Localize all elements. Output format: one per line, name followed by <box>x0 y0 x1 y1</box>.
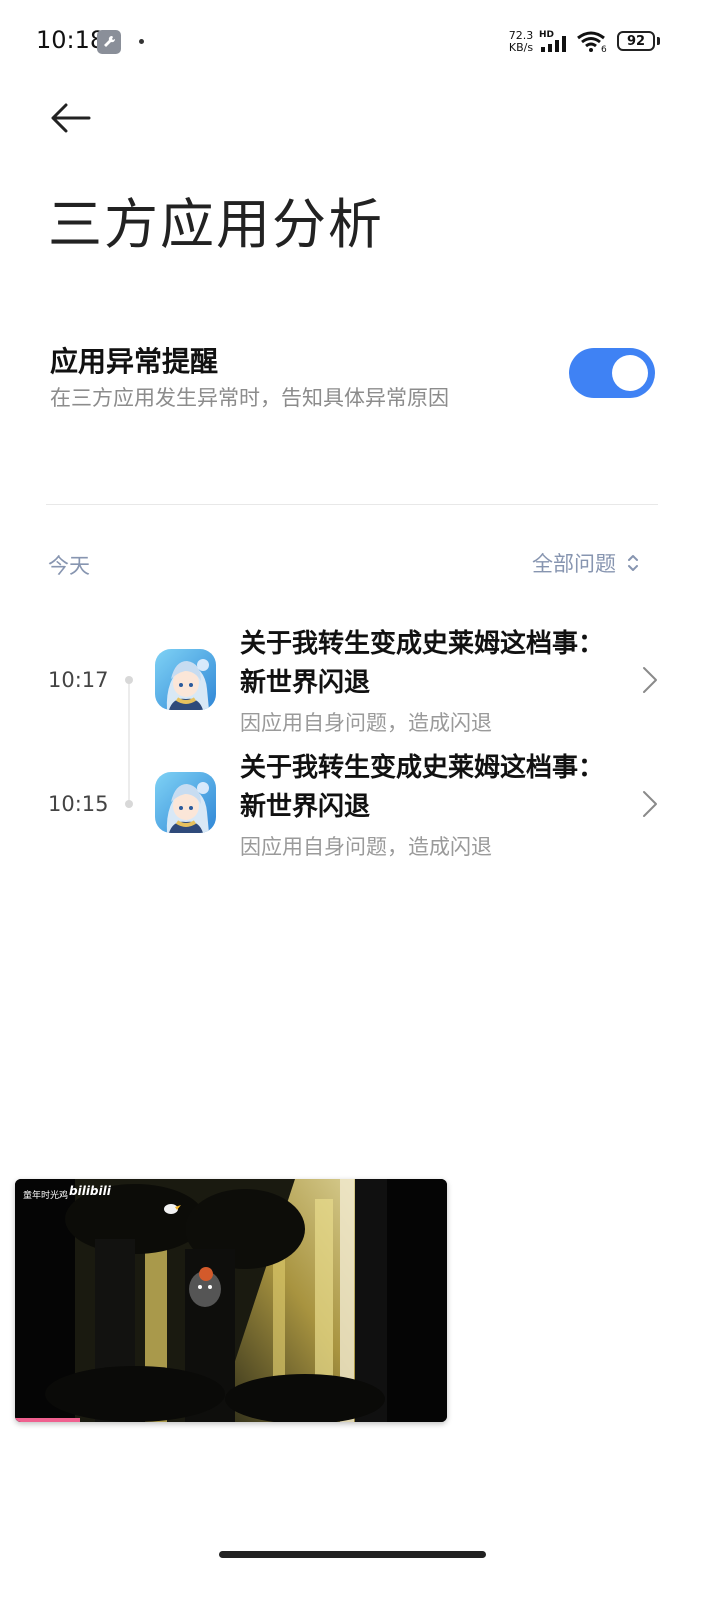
crash-event-item[interactable]: 10:17 关于我转生变成史莱姆这档事：新世界闪退 因应用自身问题，造成闪退 <box>0 620 720 740</box>
notification-dot-icon <box>139 39 144 44</box>
battery-icon: 92 <box>617 31 655 51</box>
chevron-right-icon <box>643 791 657 817</box>
video-frame <box>15 1179 447 1422</box>
wrench-icon <box>97 30 121 54</box>
floating-video-window[interactable]: 童年时光鸡 bilibili <box>15 1179 447 1422</box>
event-subtitle: 因应用自身问题，造成闪退 <box>240 711 492 735</box>
app-icon <box>155 649 216 710</box>
date-label: 今天 <box>48 554 90 578</box>
chevron-up-down-icon <box>628 555 638 571</box>
back-button[interactable] <box>44 96 96 140</box>
network-speed-unit: KB/s <box>508 41 534 54</box>
battery-tip <box>657 37 660 45</box>
video-progress-bar <box>15 1418 80 1422</box>
anomaly-alert-setting[interactable]: 应用异常提醒 在三方应用发生异常时，告知具体异常原因 <box>0 330 720 430</box>
battery-level: 92 <box>626 33 646 49</box>
setting-description: 在三方应用发生异常时，告知具体异常原因 <box>50 386 449 410</box>
status-time: 10:18 <box>36 26 106 54</box>
bilibili-logo: bilibili <box>69 1184 111 1198</box>
event-subtitle: 因应用自身问题，造成闪退 <box>240 835 492 859</box>
network-speed: 72.3 KB/s <box>504 30 538 54</box>
timeline-dot <box>125 676 133 684</box>
back-arrow-icon <box>51 103 91 133</box>
signal-icon <box>541 36 566 52</box>
event-time: 10:15 <box>48 792 109 816</box>
status-bar: 10:18 72.3 KB/s HD 6 92 <box>0 0 720 84</box>
event-title: 关于我转生变成史莱姆这档事：新世界闪退 <box>240 629 605 698</box>
timeline-dot <box>125 800 133 808</box>
page-title: 三方应用分析 <box>48 193 384 256</box>
app-icon <box>155 772 216 833</box>
home-indicator[interactable] <box>219 1551 486 1558</box>
anomaly-alert-toggle[interactable] <box>569 348 655 398</box>
problem-filter-dropdown[interactable]: 全部问题 <box>532 548 640 578</box>
wifi-generation: 6 <box>601 45 607 55</box>
setting-title: 应用异常提醒 <box>50 345 219 378</box>
divider <box>46 504 658 505</box>
chevron-right-icon <box>643 667 657 693</box>
event-time: 10:17 <box>48 668 109 692</box>
filter-selected-label: 全部问题 <box>532 552 616 576</box>
toggle-knob <box>612 355 648 391</box>
crash-event-item[interactable]: 10:15 关于我转生变成史莱姆这档事：新世界闪退 因应用自身问题，造成闪退 <box>0 744 720 864</box>
video-channel-label: 童年时光鸡 <box>23 1191 69 1201</box>
event-title: 关于我转生变成史莱姆这档事：新世界闪退 <box>240 753 605 822</box>
